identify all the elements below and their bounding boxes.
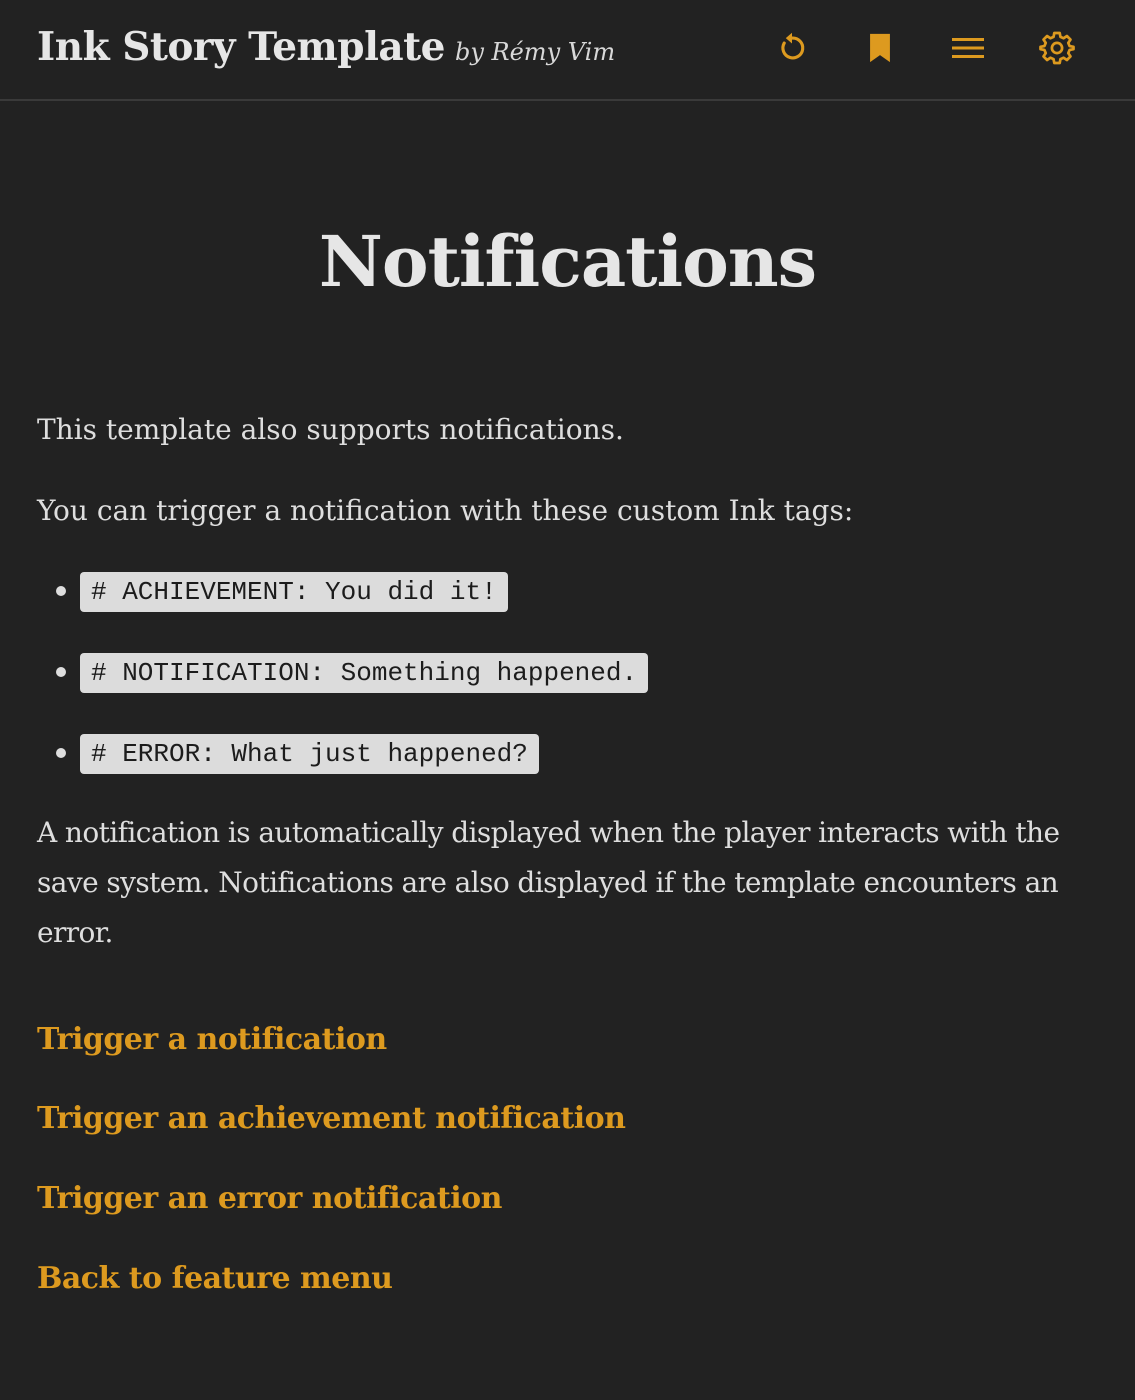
bookmark-icon <box>870 33 890 63</box>
brand: Ink Story Template by Rémy Vim <box>37 24 615 70</box>
choice-trigger-notification[interactable]: Trigger a notification <box>37 1022 387 1057</box>
notification-description: A notification is automatically displaye… <box>37 816 1060 949</box>
gear-icon <box>1039 31 1075 65</box>
top-bar: Ink Story Template by Rémy Vim <box>0 0 1135 101</box>
choice-trigger-error[interactable]: Trigger an error notification <box>37 1181 502 1216</box>
menu-button[interactable] <box>946 26 990 70</box>
choice-trigger-achievement[interactable]: Trigger an achievement notification <box>37 1101 626 1136</box>
code-tag: # NOTIFICATION: Something happened. <box>80 653 649 693</box>
bookmark-button[interactable] <box>858 26 902 70</box>
app-title: Ink Story Template <box>37 24 445 70</box>
tags-intro-paragraph: You can trigger a notification with thes… <box>37 494 854 527</box>
page-title: Notifications <box>318 220 817 303</box>
code-tag: # ACHIEVEMENT: You did it! <box>80 572 508 612</box>
menu-icon <box>952 38 984 58</box>
bullet <box>56 586 66 596</box>
choice-back-to-menu[interactable]: Back to feature menu <box>37 1261 393 1296</box>
code-tag: # ERROR: What just happened? <box>80 734 539 774</box>
intro-paragraph: This template also supports notification… <box>37 413 624 446</box>
restart-button[interactable] <box>770 26 814 70</box>
bullet <box>56 748 66 758</box>
bullet <box>56 667 66 677</box>
author-byline: by Rémy Vim <box>454 38 616 66</box>
restart-icon <box>781 32 805 60</box>
settings-button[interactable] <box>1035 26 1079 70</box>
